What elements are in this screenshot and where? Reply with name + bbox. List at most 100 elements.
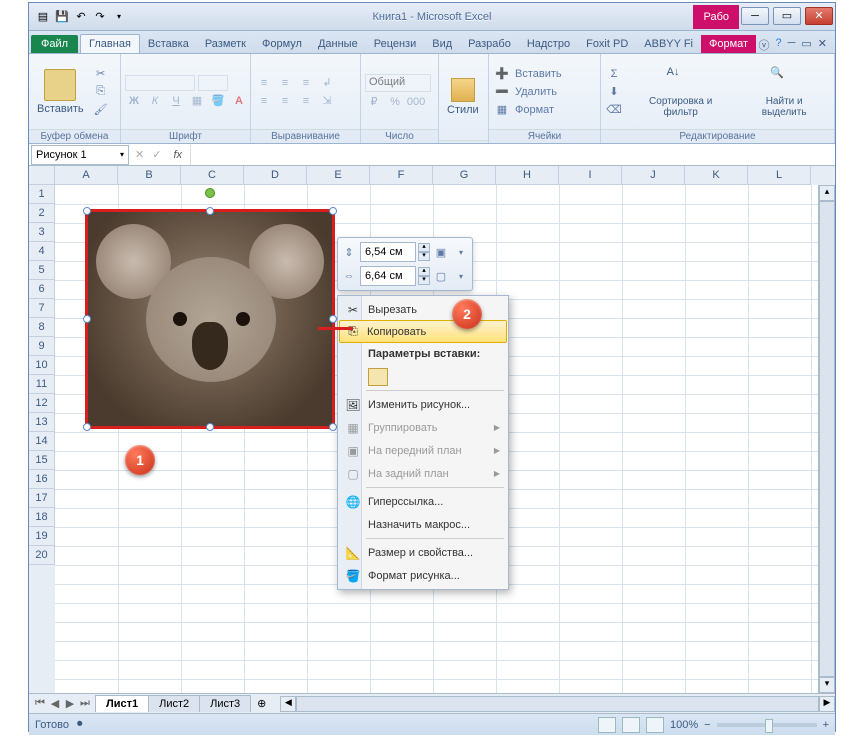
ctx-size-properties[interactable]: 📐Размер и свойства... [340, 541, 506, 564]
ctx-paste-option[interactable] [340, 365, 506, 388]
row-header[interactable]: 10 [29, 356, 55, 375]
comma-icon[interactable]: 000 [407, 94, 425, 110]
tab-addins[interactable]: Надстро [519, 35, 578, 53]
fill-color-icon[interactable]: 🪣 [209, 93, 227, 109]
col-header[interactable]: F [370, 166, 433, 185]
italic-icon[interactable]: К [146, 93, 164, 109]
tab-foxit[interactable]: Foxit PD [578, 35, 636, 53]
vertical-scrollbar[interactable]: ▴ ▾ [818, 185, 835, 693]
resize-handle-sw[interactable] [83, 423, 91, 431]
enter-formula-icon[interactable]: ✓ [148, 148, 165, 161]
name-box-dropdown-icon[interactable]: ▾ [120, 150, 124, 159]
tab-format[interactable]: Формат [701, 35, 756, 53]
resize-handle-nw[interactable] [83, 207, 91, 215]
row-header[interactable]: 16 [29, 470, 55, 489]
row-header[interactable]: 6 [29, 280, 55, 299]
row-header[interactable]: 2 [29, 204, 55, 223]
row-header[interactable]: 17 [29, 489, 55, 508]
crop-width-icon[interactable]: ⇔ [340, 268, 358, 284]
resize-handle-n[interactable] [206, 207, 214, 215]
row-header[interactable]: 20 [29, 546, 55, 565]
cells-canvas[interactable]: 1 ⇕ 6,54 см ▴▾ ▣ ▾ ⇔ 6,64 см ▴▾ ▢ ▾ [55, 185, 818, 693]
zoom-slider[interactable] [717, 723, 817, 727]
help-icon[interactable]: ? [775, 37, 781, 53]
col-header[interactable]: H [496, 166, 559, 185]
row-header[interactable]: 15 [29, 451, 55, 470]
fx-label[interactable]: fx [165, 149, 190, 161]
sheet-tab[interactable]: Лист1 [95, 695, 149, 712]
resize-handle-s[interactable] [206, 423, 214, 431]
col-header[interactable]: D [244, 166, 307, 185]
ctx-change-picture[interactable]: 🖼Изменить рисунок... [340, 393, 506, 416]
clear-icon[interactable]: ⌫ [605, 102, 623, 118]
scroll-track[interactable] [819, 201, 835, 677]
resize-handle-ne[interactable] [329, 207, 337, 215]
cut-icon[interactable]: ✂ [92, 66, 110, 82]
row-header[interactable]: 5 [29, 261, 55, 280]
scroll-right-icon[interactable]: ▶ [819, 696, 835, 712]
align-top-icon[interactable]: ≡ [255, 75, 273, 91]
row-header[interactable]: 12 [29, 394, 55, 413]
file-tab[interactable]: Файл [31, 35, 78, 53]
undo-icon[interactable]: ↶ [73, 9, 89, 25]
align-left-icon[interactable]: ≡ [255, 93, 273, 109]
row-header[interactable]: 18 [29, 508, 55, 527]
redo-icon[interactable]: ↷ [92, 9, 108, 25]
width-down-icon[interactable]: ▾ [418, 276, 430, 285]
crop-height-icon[interactable]: ⇕ [340, 244, 358, 260]
copy-icon[interactable]: ⎘ [92, 84, 110, 100]
font-color-icon[interactable]: А [230, 93, 248, 109]
height-spinner[interactable]: 6,54 см [360, 242, 416, 262]
tab-view[interactable]: Вид [424, 35, 460, 53]
zoom-in-icon[interactable]: + [823, 719, 829, 731]
selected-picture[interactable] [85, 209, 335, 429]
col-header[interactable]: I [559, 166, 622, 185]
ribbon-window-close-icon[interactable]: ✕ [818, 37, 827, 53]
resize-handle-se[interactable] [329, 423, 337, 431]
row-header[interactable]: 9 [29, 337, 55, 356]
row-header[interactable]: 14 [29, 432, 55, 451]
row-header[interactable]: 11 [29, 375, 55, 394]
save-icon[interactable]: 💾 [54, 9, 70, 25]
col-header[interactable]: G [433, 166, 496, 185]
insert-cells-icon[interactable]: ➕ [493, 66, 511, 82]
col-header[interactable]: A [55, 166, 118, 185]
bold-icon[interactable]: Ж [125, 93, 143, 109]
sheet-next-icon[interactable]: ▶ [63, 697, 77, 710]
ctx-format-picture[interactable]: 🪣Формат рисунка... [340, 564, 506, 587]
col-header[interactable]: L [748, 166, 811, 185]
col-header[interactable]: C [181, 166, 244, 185]
ctx-copy[interactable]: ⎘Копировать [339, 320, 507, 343]
tab-abbyy[interactable]: ABBYY Fi [636, 35, 701, 53]
horizontal-scrollbar[interactable]: ◀ ▶ [280, 696, 835, 712]
row-header[interactable]: 8 [29, 318, 55, 337]
sheet-last-icon[interactable]: ⏭ [78, 697, 92, 710]
format-cells-icon[interactable]: ▦ [493, 102, 511, 118]
width-up-icon[interactable]: ▴ [418, 267, 430, 276]
name-box[interactable]: Рисунок 1 ▾ [31, 145, 129, 165]
styles-button[interactable]: Стили [443, 76, 483, 118]
zoom-out-icon[interactable]: − [704, 719, 710, 731]
paste-button[interactable]: Вставить [33, 67, 88, 117]
font-size[interactable] [198, 75, 228, 91]
page-layout-view-button[interactable] [622, 717, 640, 733]
send-backward-dropdown-icon[interactable]: ▾ [452, 268, 470, 284]
height-up-icon[interactable]: ▴ [418, 243, 430, 252]
tab-developer[interactable]: Разрабо [460, 35, 519, 53]
row-header[interactable]: 4 [29, 242, 55, 261]
new-sheet-icon[interactable]: ⊕ [251, 695, 272, 712]
page-break-view-button[interactable] [646, 717, 664, 733]
delete-cells-label[interactable]: Удалить [514, 84, 558, 100]
tab-review[interactable]: Рецензи [366, 35, 425, 53]
close-button[interactable]: ✕ [805, 7, 833, 25]
tab-insert[interactable]: Вставка [140, 35, 197, 53]
qat-dropdown-icon[interactable]: ▾ [111, 9, 127, 25]
col-header[interactable]: E [307, 166, 370, 185]
align-right-icon[interactable]: ≡ [297, 93, 315, 109]
sheet-tab[interactable]: Лист2 [148, 695, 200, 712]
scroll-up-icon[interactable]: ▴ [819, 185, 835, 201]
delete-cells-icon[interactable]: ➖ [493, 84, 511, 100]
macro-record-icon[interactable]: ⏺ [77, 718, 83, 731]
merge-icon[interactable]: ⇲ [318, 93, 336, 109]
align-center-icon[interactable]: ≡ [276, 93, 294, 109]
